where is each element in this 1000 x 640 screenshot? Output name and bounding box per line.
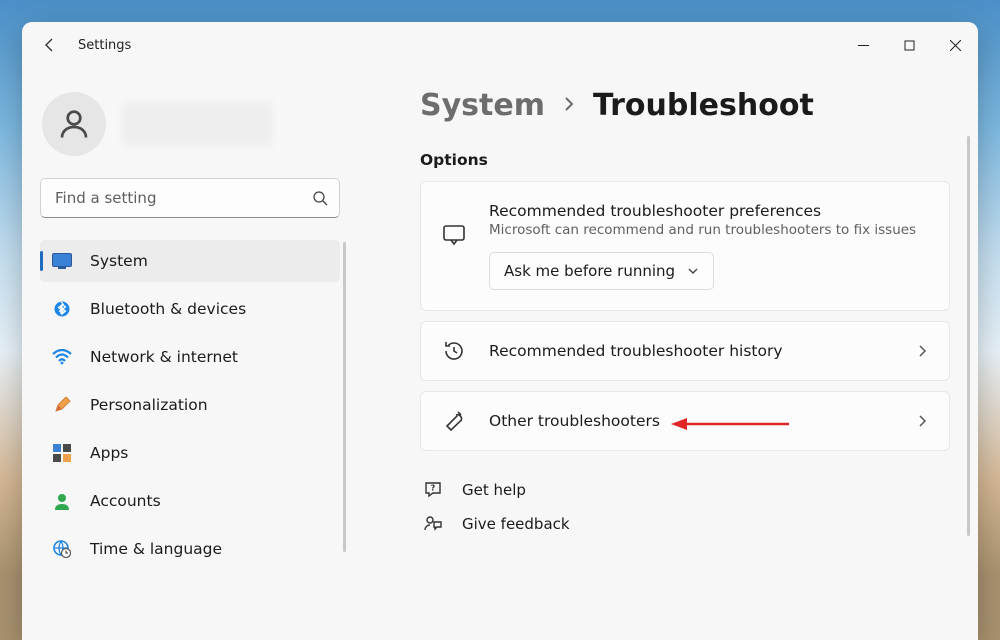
- nav-item-time-language[interactable]: Time & language: [40, 528, 340, 570]
- svg-text:?: ?: [431, 484, 436, 493]
- link-label: Give feedback: [462, 515, 570, 533]
- troubleshooter-preferences-card: Recommended troubleshooter preferences M…: [420, 181, 950, 311]
- nav-label: System: [90, 252, 148, 270]
- card-title: Recommended troubleshooter history: [489, 342, 893, 360]
- breadcrumb: System Troubleshoot: [420, 88, 950, 123]
- close-button[interactable]: [932, 22, 978, 68]
- main-scrollbar[interactable]: [967, 136, 970, 536]
- history-icon: [441, 338, 467, 364]
- feedback-icon: [422, 514, 444, 534]
- search-icon: [312, 190, 328, 206]
- nav-label: Time & language: [90, 540, 222, 558]
- profile-block[interactable]: [40, 86, 340, 178]
- nav-label: Apps: [90, 444, 128, 462]
- maximize-button[interactable]: [886, 22, 932, 68]
- search-input[interactable]: [40, 178, 340, 218]
- globe-clock-icon: [52, 539, 72, 559]
- apps-icon: [52, 443, 72, 463]
- nav-label: Personalization: [90, 396, 208, 414]
- sidebar-scrollbar[interactable]: [343, 242, 346, 552]
- nav-list: System Bluetooth & devices Network & int…: [40, 240, 340, 570]
- nav-item-personalization[interactable]: Personalization: [40, 384, 340, 426]
- accounts-icon: [52, 491, 72, 511]
- nav-item-apps[interactable]: Apps: [40, 432, 340, 474]
- other-troubleshooters-card[interactable]: Other troubleshooters: [420, 391, 950, 451]
- nav-label: Accounts: [90, 492, 161, 510]
- wrench-icon: [441, 408, 467, 434]
- comment-icon: [441, 222, 467, 248]
- get-help-link[interactable]: ? Get help: [422, 473, 950, 507]
- minimize-button[interactable]: [840, 22, 886, 68]
- nav-label: Bluetooth & devices: [90, 300, 246, 318]
- nav-label: Network & internet: [90, 348, 238, 366]
- avatar: [42, 92, 106, 156]
- nav-container: System Bluetooth & devices Network & int…: [40, 240, 340, 640]
- troubleshooter-history-card[interactable]: Recommended troubleshooter history: [420, 321, 950, 381]
- link-label: Get help: [462, 481, 526, 499]
- window-title: Settings: [78, 38, 131, 53]
- wifi-icon: [52, 347, 72, 367]
- card-subtitle: Microsoft can recommend and run troubles…: [489, 222, 929, 238]
- profile-name-redacted: [122, 102, 272, 146]
- bluetooth-icon: [52, 299, 72, 319]
- card-body: Recommended troubleshooter preferences M…: [489, 202, 929, 290]
- give-feedback-link[interactable]: Give feedback: [422, 507, 950, 541]
- chevron-right-icon: [915, 414, 929, 428]
- sidebar: System Bluetooth & devices Network & int…: [22, 68, 358, 640]
- back-button[interactable]: [40, 35, 60, 55]
- card-title: Recommended troubleshooter preferences: [489, 202, 929, 220]
- dropdown-value: Ask me before running: [504, 262, 675, 280]
- system-icon: [52, 251, 72, 271]
- nav-item-system[interactable]: System: [40, 240, 340, 282]
- main-panel: System Troubleshoot Options Recommended …: [358, 68, 978, 640]
- troubleshooter-preference-dropdown[interactable]: Ask me before running: [489, 252, 714, 290]
- titlebar: Settings: [22, 22, 978, 68]
- breadcrumb-current: Troubleshoot: [593, 88, 814, 123]
- footer-links: ? Get help Give feedback: [420, 473, 950, 541]
- nav-item-bluetooth[interactable]: Bluetooth & devices: [40, 288, 340, 330]
- chevron-down-icon: [687, 265, 699, 277]
- settings-window: Settings: [22, 22, 978, 640]
- card-title: Other troubleshooters: [489, 412, 893, 430]
- help-icon: ?: [422, 480, 444, 500]
- breadcrumb-parent[interactable]: System: [420, 88, 545, 123]
- chevron-right-icon: [915, 344, 929, 358]
- section-label: Options: [420, 151, 950, 169]
- chevron-right-icon: [563, 95, 575, 113]
- content-area: System Bluetooth & devices Network & int…: [22, 68, 978, 640]
- nav-item-network[interactable]: Network & internet: [40, 336, 340, 378]
- window-controls: [840, 22, 978, 68]
- nav-item-accounts[interactable]: Accounts: [40, 480, 340, 522]
- search-box: [40, 178, 340, 218]
- paintbrush-icon: [52, 395, 72, 415]
